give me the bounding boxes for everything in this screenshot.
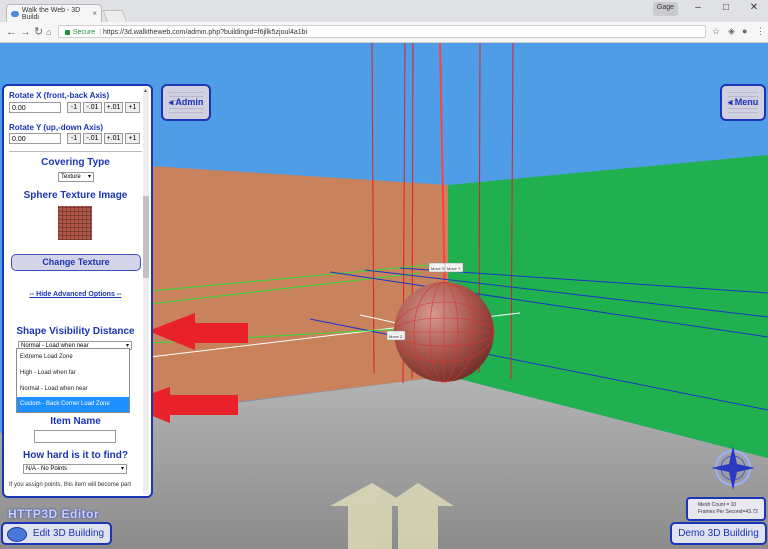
chevron-down-icon: ▾ (120, 466, 124, 472)
rotate-y-plus-1-button[interactable]: +1 (125, 133, 140, 144)
points-value: N/A - No Points (26, 466, 68, 472)
visibility-option-highlighted[interactable]: Custom - Back Corner Load Zone (17, 397, 129, 412)
rotate-x-minus-1-button[interactable]: -1 (67, 102, 81, 113)
address-bar-row: ← → ↻ ⌂ Secure | https://3d.walktheweb.co… (0, 22, 768, 43)
reload-icon[interactable]: ↻ (34, 26, 43, 38)
points-note: If you assign points, this item will bec… (9, 482, 132, 488)
forward-icon[interactable]: → (20, 26, 31, 38)
window-close-button[interactable]: ✕ (740, 0, 768, 16)
site-favicon-icon (11, 10, 19, 17)
rotate-x-plus-001-button[interactable]: +.01 (104, 102, 123, 113)
chevron-left-icon: ◂ (727, 97, 733, 107)
menu-button[interactable]: ◂ Menu (720, 84, 766, 121)
lock-icon (65, 30, 70, 35)
url-field[interactable]: Secure | https://3d.walktheweb.com/admin.… (58, 25, 706, 38)
admin-button[interactable]: ◂ Admin (161, 84, 211, 121)
tab-title: Walk the Web - 3D Buildi (21, 6, 81, 21)
how-hard-heading: How hard is it to find? (23, 450, 128, 461)
tab-close-icon[interactable]: × (92, 9, 97, 18)
item-name-input[interactable] (34, 430, 116, 443)
visibility-dropdown-list: Extreme Load Zone High - Load when far N… (16, 348, 130, 413)
hide-advanced-options-link[interactable]: -- Hide Advanced Options -- (4, 291, 147, 298)
svg-text:Move X: Move X (431, 266, 445, 271)
rotate-y-minus-1-button[interactable]: -1 (67, 133, 81, 144)
browser-tab[interactable]: Walk the Web - 3D Buildi × (6, 4, 102, 22)
item-name-heading: Item Name (50, 416, 101, 427)
svg-text:Move Y: Move Y (447, 266, 461, 271)
rotate-y-label: Rotate Y (up,-down Axis) (9, 123, 104, 132)
scrollbar-thumb[interactable] (143, 196, 149, 278)
rotate-x-plus-1-button[interactable]: +1 (125, 102, 140, 113)
rotate-x-minus-001-button[interactable]: -.01 (83, 102, 102, 113)
rotate-y-input[interactable]: 0.00 (9, 133, 61, 144)
covering-type-select[interactable]: Texture ▾ (58, 172, 94, 182)
rotate-x-label: Rotate X (front,-back Axis) (9, 91, 110, 100)
frames-per-second: Frames Per Second=43.72 (698, 509, 758, 515)
tab-strip: Walk the Web - 3D Buildi × Gage – □ ✕ (0, 0, 768, 23)
extension-icon[interactable]: ◈ (728, 26, 735, 37)
rotate-y-minus-001-button[interactable]: -.01 (83, 133, 102, 144)
account-icon[interactable]: ● (742, 26, 747, 36)
menu-button-label: Menu (734, 97, 759, 107)
rotate-y-plus-001-button[interactable]: +.01 (104, 133, 123, 144)
window-controls: Gage – □ ✕ (652, 0, 768, 16)
home-icon[interactable]: ⌂ (46, 26, 51, 38)
sphere-shape[interactable] (393, 281, 495, 383)
scroll-up-icon[interactable]: ▲ (143, 88, 148, 94)
url-text: https://3d.walktheweb.com/admin.php?buil… (102, 29, 308, 36)
change-texture-button[interactable]: Change Texture (11, 254, 141, 271)
back-icon[interactable]: ← (6, 26, 17, 38)
covering-type-heading: Covering Type (41, 157, 110, 168)
performance-stats: Mesh Count = 10 Frames Per Second=43.72 (686, 497, 766, 521)
demo-3d-building-button[interactable]: Demo 3D Building (670, 522, 767, 545)
mesh-count: Mesh Count = 10 (698, 502, 737, 508)
divider (9, 151, 142, 152)
visibility-distance-heading: Shape Visibility Distance (16, 326, 135, 337)
covering-type-value: Texture (61, 174, 81, 180)
rotate-x-input[interactable]: 0.00 (9, 102, 61, 113)
points-select[interactable]: N/A - No Points ▾ (23, 464, 127, 474)
edit-3d-building-label: Edit 3D Building (32, 528, 105, 539)
window-profile-label: Gage (652, 2, 678, 16)
chevron-left-icon: ◂ (168, 97, 174, 107)
visibility-option[interactable]: High - Load when far (17, 365, 129, 381)
secure-label: Secure (73, 29, 96, 36)
bookmark-star-icon[interactable]: ☆ (712, 26, 720, 37)
brand-logo-text: HTTP3D Editor (8, 507, 100, 521)
texture-preview-image (58, 206, 92, 240)
kebab-menu-icon[interactable]: ⋮ (756, 26, 765, 37)
sphere-texture-heading: Sphere Texture Image (23, 190, 128, 201)
minimize-button[interactable]: – (684, 0, 712, 16)
visibility-option[interactable]: Extreme Load Zone (17, 349, 129, 365)
chevron-down-icon: ▾ (87, 174, 91, 180)
http3d-logo-icon (7, 527, 27, 542)
admin-button-label: Admin (175, 97, 204, 107)
svg-text:Move Z: Move Z (389, 334, 403, 339)
visibility-option[interactable]: Normal - Load when near (17, 381, 129, 397)
shape-editor-panel: ▲ Rotate X (front,-back Axis) 0.00 -1 -.… (2, 84, 153, 498)
edit-3d-building-button[interactable]: Edit 3D Building (1, 522, 112, 545)
maximize-button[interactable]: □ (712, 0, 740, 16)
